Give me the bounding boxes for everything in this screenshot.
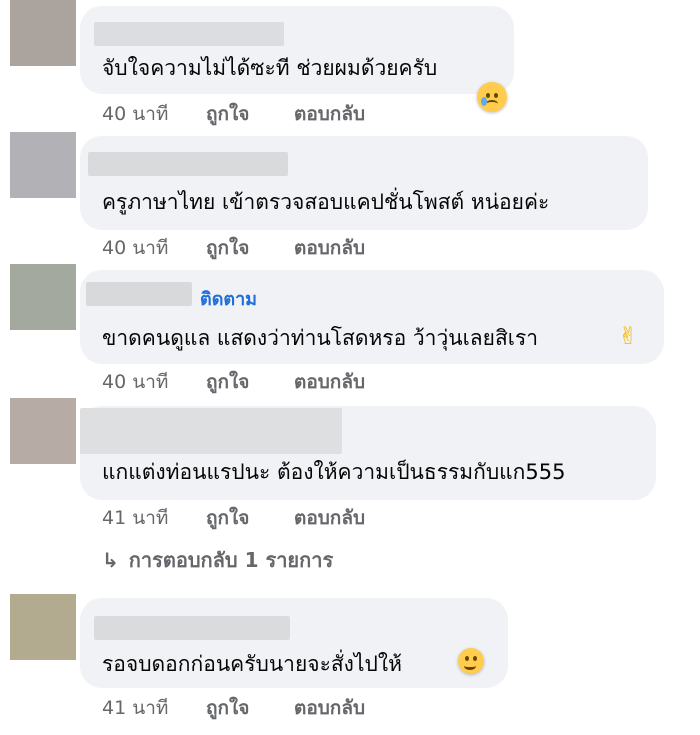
avatar[interactable] [10, 398, 76, 464]
comment-text: แกแต่งท่อนแรปนะ ต้องให้ความเป็นธรรมกับแก… [102, 460, 566, 484]
follow-link[interactable]: ติดตาม [200, 288, 257, 312]
commenter-name[interactable] [88, 152, 288, 176]
comment-bubble: จับใจความไม่ได้ซะที ช่วยผมด้วยครับ [80, 6, 514, 94]
commenter-name[interactable] [94, 22, 284, 46]
comment-time[interactable]: 41 นาที [102, 694, 168, 722]
grinning-sweat-icon [458, 648, 484, 674]
comment-text: รอจบดอกก่อนครับนายจะสั่งไปให้ [102, 652, 402, 676]
like-button[interactable]: ถูกใจ [206, 694, 249, 722]
view-replies-link[interactable]: ↳ การตอบกลับ 1 รายการ [102, 544, 333, 576]
comment-text: จับใจความไม่ได้ซะที ช่วยผมด้วยครับ [102, 56, 438, 80]
like-button[interactable]: ถูกใจ [206, 368, 249, 396]
avatar[interactable] [10, 0, 76, 66]
comment-time[interactable]: 40 นาที [102, 100, 168, 128]
reply-button[interactable]: ตอบกลับ [294, 100, 365, 128]
commenter-name[interactable] [86, 282, 192, 306]
like-button[interactable]: ถูกใจ [206, 100, 249, 128]
comment-bubble: ครูภาษาไทย เข้าตรวจสอบแคปชั่นโพสต์ หน่อย… [80, 136, 648, 230]
comment-time[interactable]: 41 นาที [102, 504, 168, 532]
reply-arrow-icon: ↳ [102, 548, 119, 572]
victory-hand-icon: ✌ [618, 322, 639, 350]
comment-time[interactable]: 40 นาที [102, 368, 168, 396]
comment-bubble: แกแต่งท่อนแรปนะ ต้องให้ความเป็นธรรมกับแก… [80, 406, 656, 500]
commenter-name[interactable] [80, 408, 342, 454]
view-replies-label: การตอบกลับ 1 รายการ [128, 548, 334, 572]
avatar[interactable] [10, 132, 76, 198]
reply-button[interactable]: ตอบกลับ [294, 234, 365, 262]
like-button[interactable]: ถูกใจ [206, 234, 249, 262]
comment-bubble: ติดตาม ขาดคนดูแล แสดงว่าท่านโสดหรอ ว้าวุ… [80, 270, 664, 364]
avatar[interactable] [10, 264, 76, 330]
reply-button[interactable]: ตอบกลับ [294, 504, 365, 532]
reply-button[interactable]: ตอบกลับ [294, 368, 365, 396]
like-button[interactable]: ถูกใจ [206, 504, 249, 532]
comment-text: ครูภาษาไทย เข้าตรวจสอบแคปชั่นโพสต์ หน่อย… [102, 190, 550, 214]
comment-time[interactable]: 40 นาที [102, 234, 168, 262]
comment-text: ขาดคนดูแล แสดงว่าท่านโสดหรอ ว้าวุ่นเลยสิ… [102, 326, 539, 350]
reply-button[interactable]: ตอบกลับ [294, 694, 365, 722]
comment-bubble: รอจบดอกก่อนครับนายจะสั่งไปให้ [80, 598, 508, 688]
commenter-name[interactable] [94, 616, 290, 640]
crying-face-icon[interactable] [477, 82, 507, 112]
avatar[interactable] [10, 594, 76, 660]
